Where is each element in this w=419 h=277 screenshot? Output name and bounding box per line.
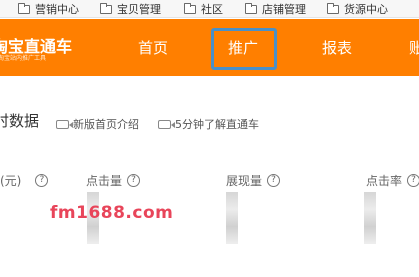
folder-icon	[100, 2, 112, 14]
bookmark-label: 店铺管理	[262, 3, 306, 16]
metric-impressions: 展现量 ?	[226, 172, 281, 189]
video-icon	[158, 119, 175, 129]
section-heading: 时数据	[0, 112, 40, 130]
bookmark-item[interactable]: 社区	[184, 1, 223, 17]
nav-item-reports[interactable]: 报表	[322, 37, 352, 58]
bookmark-item[interactable]: 营销中心	[18, 1, 79, 17]
metric-clicks: 点击量 ?	[86, 172, 141, 189]
bookmark-item[interactable]: 货源中心	[327, 1, 388, 17]
metric-label: 点击率	[366, 174, 403, 188]
help-icon[interactable]: ?	[35, 174, 49, 187]
top-navbar: 淘宝直通车 淘宝站内推广工具 首页 推广 报表 账	[0, 19, 419, 76]
video-link-label: 5分钟了解直通车	[175, 118, 259, 131]
bookmark-label: 营销中心	[35, 3, 79, 16]
metric-label: 展现量	[226, 174, 263, 188]
video-link-intro[interactable]: 新版首页介绍	[56, 116, 139, 132]
folder-icon	[184, 2, 196, 14]
bookmark-label: 货源中心	[344, 3, 388, 16]
blurred-value	[364, 192, 376, 244]
help-icon[interactable]: ?	[407, 174, 419, 187]
bookmark-label: 宝贝管理	[117, 3, 161, 16]
watermark-text: fm1688.com	[50, 203, 174, 223]
bookmark-item[interactable]: 宝贝管理	[100, 1, 161, 17]
help-icon[interactable]: ?	[127, 174, 141, 187]
metric-ctr: 点击率 ?	[366, 172, 419, 189]
metric-label: (元)	[0, 174, 22, 188]
help-icon[interactable]: ?	[267, 174, 281, 187]
nav-item-home[interactable]: 首页	[138, 37, 168, 58]
folder-icon	[327, 2, 339, 14]
folder-icon	[18, 2, 30, 14]
video-link-label: 新版首页介绍	[73, 118, 139, 131]
blurred-value	[226, 192, 238, 244]
video-icon	[56, 119, 73, 129]
section-toolbar: 时数据 新版首页介绍 5分钟了解直通车	[0, 108, 419, 132]
nav-item-account[interactable]: 账	[409, 37, 419, 58]
bookmarks-bar: 营销中心 宝贝管理 社区 店铺管理 货源中心	[0, 0, 419, 18]
video-link-guide[interactable]: 5分钟了解直通车	[158, 116, 259, 132]
folder-icon	[245, 2, 257, 14]
bookmark-label: 社区	[201, 3, 223, 16]
bookmark-item[interactable]: 店铺管理	[245, 1, 306, 17]
logo-subtitle: 淘宝站内推广工具	[0, 55, 47, 62]
nav-item-promotion[interactable]: 推广	[228, 37, 258, 58]
metric-cost: (元) ?	[0, 172, 49, 189]
metric-label: 点击量	[86, 174, 123, 188]
